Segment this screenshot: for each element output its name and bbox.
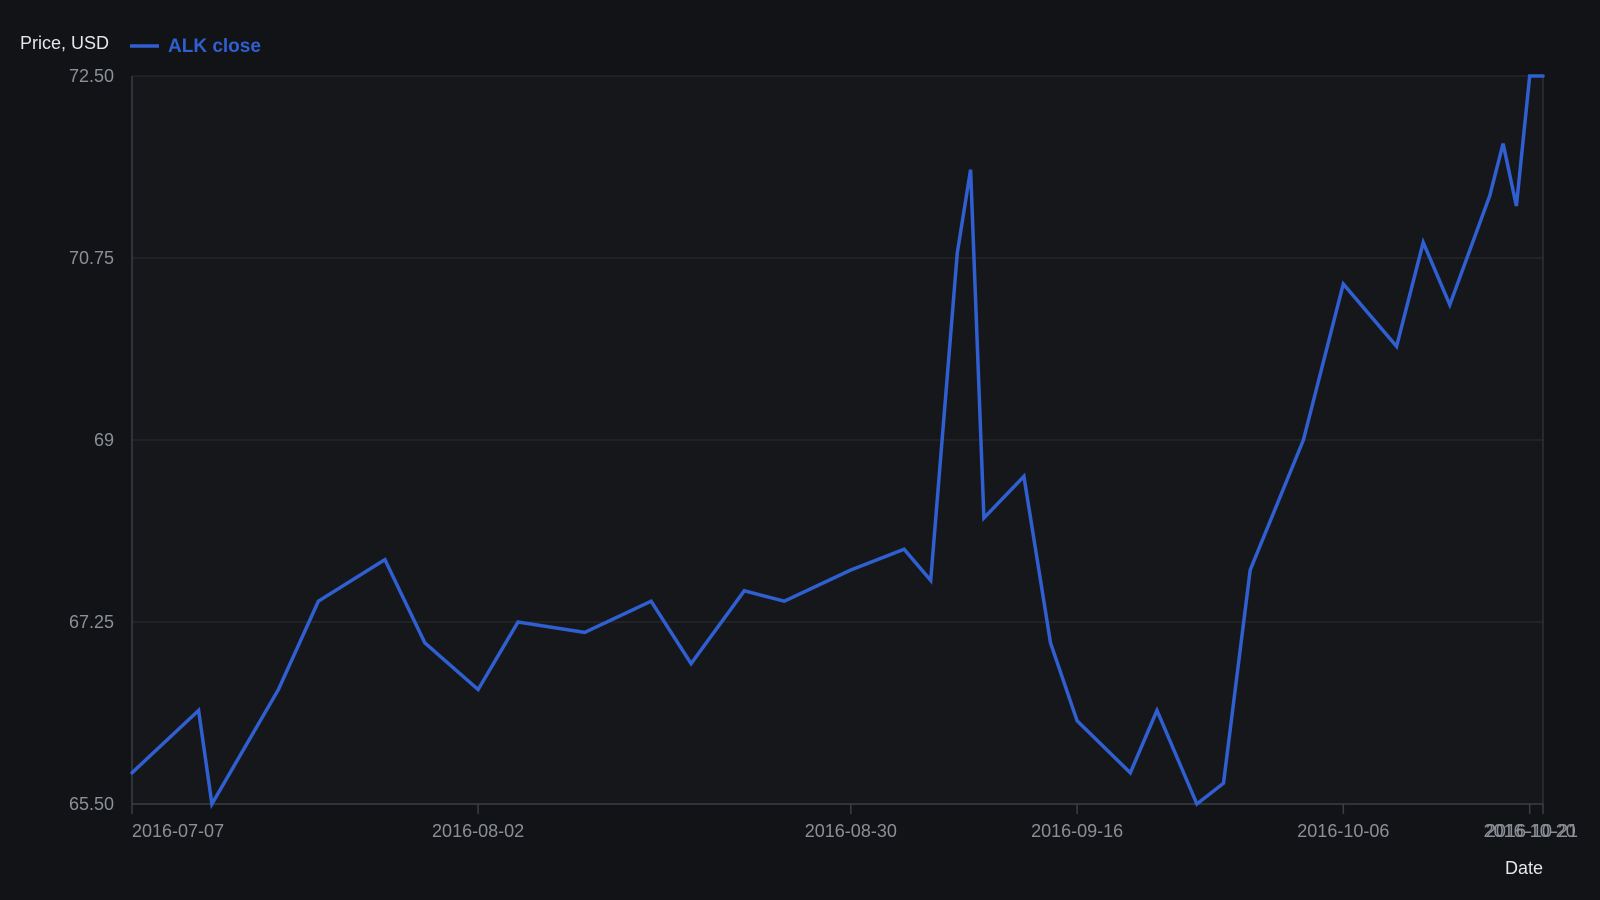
- x-axis-label: Date: [1505, 858, 1543, 878]
- x-tick-label: 2016-10-06: [1297, 821, 1389, 841]
- line-chart: 65.50 67.25 69 70.75 72.50 2016-07-07 2016-08-…: [0, 0, 1600, 900]
- legend-label: ALK close: [168, 36, 261, 57]
- x-tick-label: 2016-08-02: [432, 821, 524, 841]
- x-tick-label: 2016-08-30: [805, 821, 897, 841]
- y-tick-label: 70.75: [69, 248, 114, 268]
- y-axis-label: Price, USD: [20, 33, 109, 53]
- y-tick-label: 72.50: [69, 66, 114, 86]
- y-tick-label: 65.50: [69, 794, 114, 814]
- chart-container: 65.50 67.25 69 70.75 72.50 2016-07-07 2016-08-…: [0, 0, 1600, 900]
- y-tick-label: 69: [94, 430, 114, 450]
- x-tick-label: 2016-07-07: [132, 821, 224, 841]
- y-tick-label: 67.25: [69, 612, 114, 632]
- x-tick-label: 2016-10-21: [1486, 821, 1578, 841]
- x-tick-label: 2016-09-16: [1031, 821, 1123, 841]
